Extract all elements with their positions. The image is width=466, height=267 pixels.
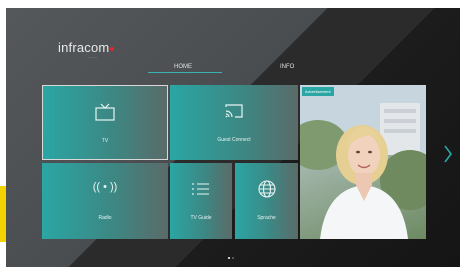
brand-dot-icon	[110, 47, 115, 51]
advertisement-badge: Advertisement	[302, 87, 334, 96]
tile-radio-label: Radio	[98, 215, 112, 221]
list-icon	[170, 181, 232, 202]
tile-tv-guide[interactable]: TV Guide	[170, 163, 232, 239]
tile-tv-guide-label: TV Guide	[190, 215, 212, 221]
brand-name: infracom	[58, 40, 110, 55]
chevron-right-icon[interactable]	[443, 144, 453, 168]
advertisement-image	[300, 85, 426, 239]
tile-tv-label: TV	[101, 138, 109, 144]
tile-tv[interactable]: TV	[42, 85, 168, 160]
cast-icon	[170, 103, 298, 124]
tab-info[interactable]: INFO	[280, 64, 294, 70]
advertisement-panel[interactable]: Advertisement	[300, 85, 426, 239]
tab-home-underline	[148, 72, 222, 73]
tile-guest-connect[interactable]: Guest Connect	[170, 85, 298, 160]
radio-icon: (( • ))	[92, 181, 118, 193]
brand-logo: infracom	[58, 40, 115, 55]
tile-radio[interactable]: (( • )) Radio	[42, 163, 168, 239]
pagination-dots	[228, 246, 236, 264]
globe-icon	[235, 179, 298, 204]
brand-subtext: ·······	[88, 55, 98, 60]
pagination-dot-active[interactable]	[228, 257, 230, 259]
tile-sprache-label: Sprache	[257, 215, 276, 221]
tile-guest-connect-label: Guest Connect	[217, 137, 251, 143]
pagination-dot[interactable]	[232, 257, 234, 259]
tv-icon	[43, 102, 167, 127]
tile-sprache[interactable]: Sprache	[235, 163, 298, 239]
tv-screen: infracom ······· HOME INFO TV Guest Conn…	[6, 8, 460, 267]
tab-home[interactable]: HOME	[174, 64, 192, 70]
